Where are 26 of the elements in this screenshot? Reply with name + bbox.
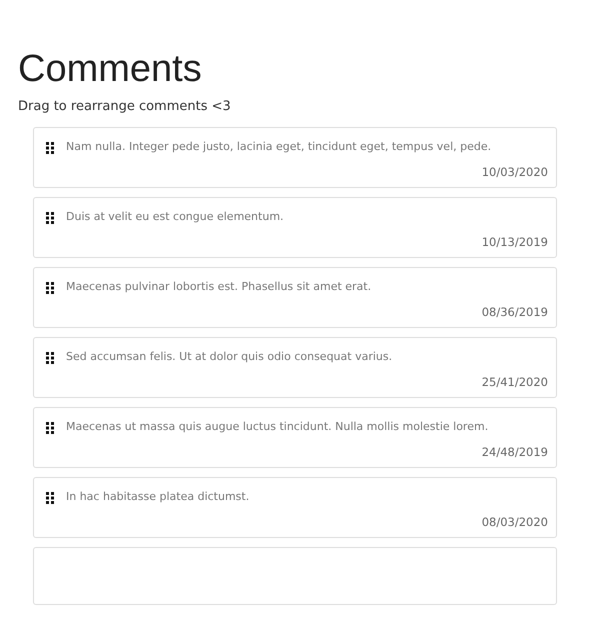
drag-handle-icon[interactable] xyxy=(46,142,54,154)
drag-handle-icon[interactable] xyxy=(46,492,54,504)
comment-date: 10/13/2019 xyxy=(482,234,548,251)
comment-card[interactable]: Maecenas pulvinar lobortis est. Phasellus sit amet erat. 08/36/2019 xyxy=(33,267,557,328)
comment-date: 24/48/2019 xyxy=(482,444,548,461)
comment-text: Nam nulla. Integer pede justo, lacinia eget, tincidunt eget, tempus vel, pede. xyxy=(66,139,492,155)
drag-handle-icon[interactable] xyxy=(46,282,54,294)
drag-handle-icon[interactable] xyxy=(46,422,54,434)
page-subtitle: Drag to rearrange comments <3 xyxy=(18,98,232,116)
comment-card[interactable]: Duis at velit eu est congue elementum. 10/13/2019 xyxy=(33,197,557,258)
comment-text: Maecenas pulvinar lobortis est. Phasellus sit amet erat. xyxy=(66,279,372,295)
comment-date: 08/36/2019 xyxy=(482,304,548,321)
comment-text: In hac habitasse platea dictumst. xyxy=(66,489,250,505)
comment-text: Duis at velit eu est congue elementum. xyxy=(66,209,284,225)
drag-handle-icon[interactable] xyxy=(46,352,54,364)
comment-text: Maecenas ut massa quis augue luctus tincidunt. Nulla mollis molestie lorem. xyxy=(66,419,488,435)
comment-card[interactable]: Nam nulla. Integer pede justo, lacinia eget, tincidunt eget, tempus vel, pede. 10/03/2020 xyxy=(33,127,557,188)
drag-handle-icon[interactable] xyxy=(46,212,54,224)
comment-text: Sed accumsan felis. Ut at dolor quis odio consequat varius. xyxy=(66,349,392,365)
comment-card[interactable]: In hac habitasse platea dictumst. 08/03/2020 xyxy=(33,477,557,538)
comment-date: 10/03/2020 xyxy=(482,164,548,181)
comment-date: 25/41/2020 xyxy=(482,374,548,391)
comment-card[interactable]: Maecenas ut massa quis augue luctus tincidunt. Nulla mollis molestie lorem. 24/48/2019 xyxy=(33,407,557,468)
page-title: Comments xyxy=(18,47,203,92)
comment-card[interactable]: Sed accumsan felis. Ut at dolor quis odio consequat varius. 25/41/2020 xyxy=(33,337,557,398)
comment-date: 08/03/2020 xyxy=(482,514,548,531)
